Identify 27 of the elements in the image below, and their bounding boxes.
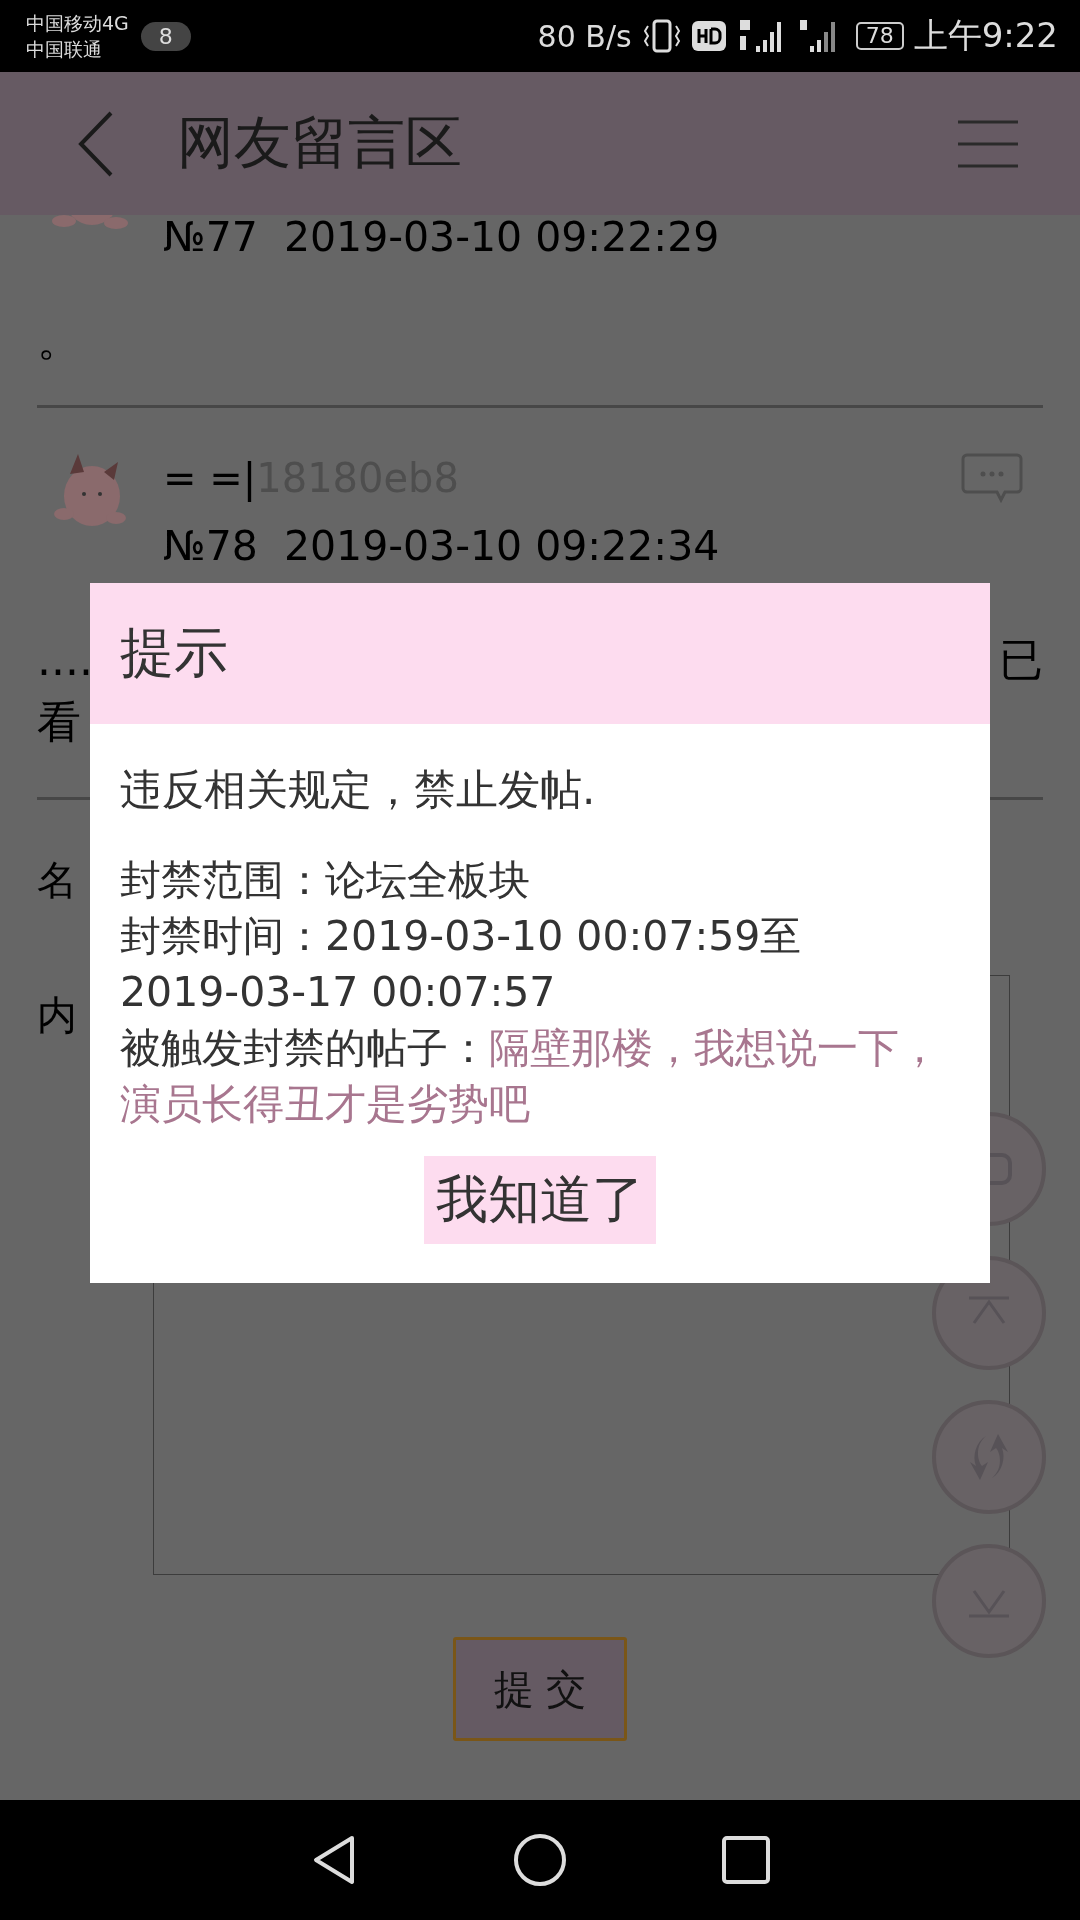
post-text: 。 — [37, 313, 81, 367]
dialog-message: 违反相关规定，禁止发帖. — [120, 764, 597, 816]
avatar-icon — [50, 215, 130, 229]
hd-icon — [691, 21, 726, 51]
network-speed: 80 B/s — [537, 18, 632, 54]
page-title: 网友留言区 — [177, 108, 462, 177]
carrier-name: 中国移动4G — [26, 11, 129, 36]
ban-scope: 封禁范围：论坛全板块 — [120, 855, 531, 906]
post-text: .... — [37, 633, 93, 687]
notification-count: 8 — [140, 21, 191, 51]
acknowledge-button[interactable]: 我知道了 — [424, 1156, 656, 1244]
post-meta: №77 2019-03-10 09:22:29 — [163, 215, 720, 259]
dialog-title: 提示 — [120, 620, 228, 686]
post-text: 已 — [999, 633, 1043, 687]
post-meta: №78 2019-03-10 09:22:34 — [163, 521, 720, 572]
comment-icon[interactable] — [961, 452, 1023, 504]
ban-period: 封禁时间：2019-03-10 00:07:59至2019-03-17 00:07:57 — [120, 911, 803, 1018]
home-nav-icon[interactable] — [512, 1832, 568, 1888]
name-label: 名 — [37, 856, 77, 905]
triggering-post: 被触发封禁的帖子：隔壁那楼，我想说一下，演员长得丑才是劣势吧 — [120, 1023, 941, 1130]
clock-time: 上午9:22 — [913, 14, 1058, 57]
post-text: 看 — [37, 695, 81, 749]
carrier-name: 中国联通 — [26, 37, 103, 62]
battery-level: 78 — [855, 22, 904, 50]
menu-icon[interactable] — [958, 118, 1018, 169]
content-label: 内 — [37, 991, 77, 1040]
rounded-bracket-icon — [990, 1153, 1012, 1185]
